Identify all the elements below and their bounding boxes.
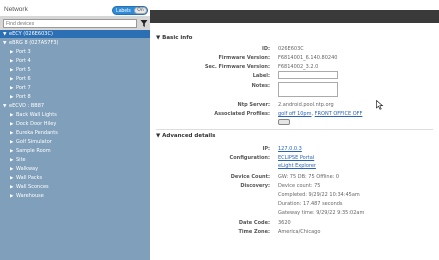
find-devices-input[interactable] [3,19,137,28]
tree-item-label: Warehouse [16,193,44,199]
tree-item[interactable]: ▶ Port 7 [10,85,31,91]
notes-textarea[interactable] [278,82,338,97]
tree-item[interactable]: ▶ Dock Door Hiley [10,121,56,127]
time-zone-label: Time Zone: [238,229,270,235]
notes-label: Notes: [251,83,270,89]
time-zone-value: America/Chicago [278,229,321,235]
device-detail-panel: ▼ Basic info ID: 026E603C Firmware Versi… [150,23,439,260]
tree-item-label: Golf Simulator [16,139,52,145]
advanced-details-header[interactable]: ▼ Advanced details [156,133,215,139]
tree-item-label: Port 4 [16,58,31,64]
tree-item[interactable]: ▶ Golf Simulator [10,139,52,145]
tree-item-label: Dock Door Hiley [16,121,57,127]
sec-firmware-label: Sec. Firmware Version: [204,64,270,70]
device-count-value: GW: 75 DB: 75 Offline: 0 [278,174,340,180]
tree-item[interactable]: ▶ Port 5 [10,67,31,73]
discovery-gateway-time: Gateway time: 9/29/22 9:35:02am [278,210,365,216]
tree-item[interactable]: ▶ Port 4 [10,58,31,64]
toggle-on-label: Labels [116,8,131,14]
tree-item[interactable]: ▶ Port 8 [10,94,31,100]
mouse-cursor-icon [376,99,384,110]
tree-item-label: Eureka Pendants [16,130,58,136]
tree-item[interactable]: ▶ Back Wall Lights [10,112,57,118]
tree-item[interactable]: ▶ Warehouse [10,193,44,199]
tree-item[interactable]: ▶ Walkway [10,166,38,172]
basic-info-header[interactable]: ▼ Basic info [156,35,192,41]
tree-item-label: Walkway [16,166,39,172]
tree-item-label: eECY (026E603C) [9,31,53,37]
profiles-list: golf off 10pm, FRONT OFFICE OFF [278,111,363,117]
tree-item-selected[interactable]: ▼ eECY (026E603C) [0,30,150,38]
profile-link[interactable]: golf off 10pm [278,111,311,117]
discovery-duration: Duration: 17.487 seconds [278,201,343,207]
profile-link[interactable]: FRONT OFFICE OFF [315,111,363,117]
discovery-device-count: Device count: 75 [278,183,321,189]
ip-label: IP: [262,146,270,152]
tree-item[interactable]: ▶ Eureka Pendants [10,130,58,136]
main-header-strip [150,10,439,23]
eclipse-portal-link[interactable]: ECLIPSE Portal [278,155,314,161]
discovery-completed: Completed: 9/29/22 10:34:45am [278,192,360,198]
date-code-label: Date Code: [238,220,270,226]
tree-item[interactable]: ▼ eECVD : BB87 [3,103,44,109]
tree-item-label: Sample Room [16,148,51,154]
tree-item-label: Wall Packs [16,175,43,181]
tree-item[interactable]: ▶ Port 3 [10,49,31,55]
tree-item-label: Wall Sconces [16,184,49,190]
tree-item-label: eECVD : BB87 [9,103,45,109]
sec-firmware-value: F6814002_3.2.0 [278,64,319,70]
date-code-value: 3620 [278,220,291,226]
tree-item[interactable]: ▶ Port 6 [10,76,31,82]
network-title: Network [4,6,28,13]
tree-item[interactable]: ▶ Sample Room [10,148,51,154]
edit-profiles-button[interactable] [278,119,290,125]
ip-link[interactable]: 127.0.0.3 [278,146,302,152]
label-input[interactable] [278,71,338,79]
ntp-server-value: 2.android.pool.ntp.org [278,102,334,108]
firmware-label: Firmware Version: [218,55,270,61]
tree-item-label: Port 6 [16,76,31,82]
filter-icon[interactable] [140,19,148,28]
section-divider [156,129,433,130]
ntp-server-label: Ntp Server: [237,102,270,108]
firmware-value: F6814001_6.140.80240 [278,55,338,61]
tree-item-label: Port 3 [16,49,31,55]
elight-explorer-link[interactable]: eLight Explorer [278,163,316,169]
toggle-knob: On [134,7,147,14]
sidebar: ▼eECY (026E603C) ▼eBRG 8 (027A57F3) ▶Por… [0,16,150,260]
tree-item[interactable]: ▶ Wall Sconces [10,184,49,190]
labels-toggle[interactable]: Labels On [112,6,148,15]
id-label: ID: [261,46,270,52]
filter-row [3,19,148,28]
tree-item-label: Port 8 [16,94,31,100]
tree-item-label: Site [16,157,26,163]
discovery-label: Discovery: [240,183,270,189]
tree-item[interactable]: ▶ Wall Packs [10,175,42,181]
tree-item[interactable]: ▶ Site [10,157,26,163]
device-tree: ▼ eBRG 8 (027A57F3) ▶ Port 3 ▶ Port 4 ▶ Port… [0,38,150,260]
tree-item-label: Back Wall Lights [16,112,57,118]
id-value: 026E603C [278,46,304,52]
tree-item-label: eBRG 8 (027A57F3) [9,40,59,46]
associated-profiles-label: Associated Profiles: [214,111,270,117]
tree-item-label: Port 5 [16,67,31,73]
advanced-details-title: Advanced details [162,133,216,139]
label-label: Label: [252,73,270,79]
configuration-label: Configuration: [229,155,270,161]
tree-item[interactable]: ▼ eBRG 8 (027A57F3) [3,40,59,46]
basic-info-title: Basic info [162,35,193,41]
device-count-label: Device Count: [230,174,270,180]
tree-item-label: Port 7 [16,85,31,91]
